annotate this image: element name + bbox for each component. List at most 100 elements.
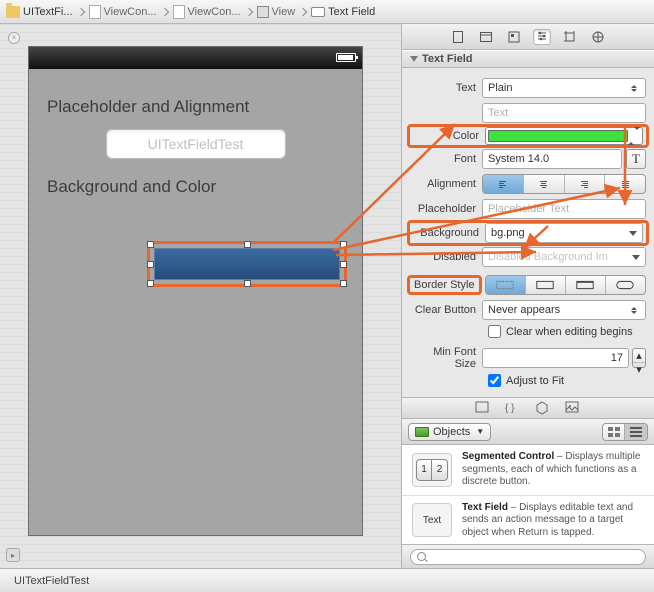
border-none-button[interactable]	[486, 276, 526, 294]
document-outline-toggle[interactable]: ▸	[6, 548, 20, 562]
chevron-right-icon	[244, 7, 252, 15]
border-line-button[interactable]	[526, 276, 566, 294]
library-item-textfield[interactable]: Text Text Field – Displays editable text…	[402, 496, 654, 545]
clear-button-popup[interactable]: Never appears	[482, 300, 646, 320]
breadcrumb-folder[interactable]: UITextFi...	[6, 6, 73, 18]
breadcrumb-bar: UITextFi... ViewCon... ViewCon... View T…	[0, 0, 654, 24]
battery-icon	[336, 53, 356, 62]
resize-handle[interactable]	[340, 261, 347, 268]
background-label: Background	[413, 227, 485, 239]
library-search-bar	[402, 544, 654, 568]
resize-handle[interactable]	[340, 280, 347, 287]
align-center-button[interactable]	[524, 175, 565, 193]
label-background-color[interactable]: Background and Color	[47, 177, 344, 197]
chevron-right-icon	[160, 7, 168, 15]
resize-handle[interactable]	[147, 280, 154, 287]
quick-help-tab[interactable]	[477, 29, 495, 45]
font-field[interactable]: System 14.0	[482, 149, 622, 169]
placeholder-field[interactable]: Placeholder Text	[482, 199, 646, 219]
file-template-tab[interactable]	[475, 401, 491, 415]
library-item-segmented[interactable]: 12 Segmented Control – Displays multiple…	[402, 445, 654, 496]
segmented-thumb-icon: 12	[412, 453, 452, 487]
clear-editing-label: Clear when editing begins	[506, 326, 633, 338]
label-placeholder-alignment[interactable]: Placeholder and Alignment	[47, 97, 344, 117]
disabled-bg-combo[interactable]: Disabled Background Im	[482, 247, 646, 267]
folder-icon	[6, 6, 20, 18]
align-right-button[interactable]	[565, 175, 606, 193]
selected-textfield[interactable]	[147, 241, 347, 287]
disabled-label: Disabled	[410, 251, 482, 263]
library-filter-bar: Objects ▼	[402, 419, 654, 445]
code-snippets-tab[interactable]: { }	[505, 401, 521, 415]
background-row-highlight: Background bg.png	[407, 220, 649, 246]
objects-icon	[415, 427, 429, 437]
min-font-field[interactable]: 17	[482, 348, 629, 368]
device-view[interactable]: Placeholder and Alignment UITextFieldTes…	[28, 46, 363, 536]
xib-file-icon	[89, 5, 101, 19]
text-label: Text	[410, 82, 482, 94]
min-font-label: Min Font Size	[410, 346, 482, 370]
list-view-button[interactable]	[625, 424, 647, 440]
clear-button-label: Clear Button	[410, 304, 482, 316]
text-value-field[interactable]: Text	[482, 103, 646, 123]
background-image-combo[interactable]: bg.png	[485, 223, 643, 243]
resize-handle[interactable]	[147, 241, 154, 248]
text-color-well[interactable]	[485, 127, 643, 145]
font-picker-button[interactable]: T	[626, 149, 646, 169]
resize-handle[interactable]	[147, 261, 154, 268]
border-rounded-button[interactable]	[606, 276, 645, 294]
library-scope-popup[interactable]: Objects ▼	[408, 423, 491, 441]
align-left-button[interactable]	[483, 175, 524, 193]
close-document-button[interactable]: ×	[8, 32, 20, 44]
canvas-area[interactable]: × ▸ Placeholder and Alignment UITextFiel…	[0, 24, 402, 568]
border-style-label: Border Style	[407, 275, 482, 295]
align-justify-button[interactable]	[605, 175, 645, 193]
adjust-fit-label: Adjust to Fit	[506, 375, 564, 387]
breadcrumb-file-2[interactable]: ViewCon...	[173, 5, 241, 19]
search-icon	[417, 552, 426, 561]
text-type-popup[interactable]: Plain	[482, 78, 646, 98]
media-tab[interactable]	[565, 401, 581, 415]
color-swatch	[488, 130, 628, 142]
grid-view-button[interactable]	[603, 424, 625, 440]
adjust-fit-checkbox[interactable]	[488, 374, 501, 387]
section-header-textfield[interactable]: Text Field	[402, 50, 654, 68]
resize-handle[interactable]	[244, 280, 251, 287]
breadcrumb-file-1[interactable]: ViewCon...	[89, 5, 157, 19]
min-font-stepper[interactable]: ▴▾	[632, 348, 646, 368]
breadcrumb-textfield[interactable]: Text Field	[311, 6, 375, 18]
resize-handle[interactable]	[340, 241, 347, 248]
inspector-tab-strip	[402, 24, 654, 50]
textfield-icon	[311, 7, 325, 17]
status-text: UITextFieldTest	[14, 575, 89, 587]
font-label: Font	[410, 153, 482, 165]
breadcrumb-view[interactable]: View	[257, 6, 296, 18]
border-bezel-button[interactable]	[566, 276, 606, 294]
sample-textfield-bgimage[interactable]	[154, 248, 340, 280]
resize-handle[interactable]	[244, 241, 251, 248]
size-inspector-tab[interactable]	[561, 29, 579, 45]
status-bar-preview	[29, 47, 362, 69]
library-tabs: { }	[402, 397, 654, 419]
file-inspector-tab[interactable]	[449, 29, 467, 45]
xib-file-icon	[173, 5, 185, 19]
disclosure-triangle-icon	[410, 56, 418, 62]
objects-tab[interactable]	[535, 401, 551, 415]
chevron-right-icon	[76, 7, 84, 15]
svg-text:{ }: { }	[505, 403, 515, 413]
view-icon	[257, 6, 269, 18]
library-search-field[interactable]	[410, 549, 646, 565]
alignment-segmented	[482, 174, 646, 194]
color-label: Color	[413, 130, 485, 142]
textfield-thumb-icon: Text	[412, 503, 452, 537]
attributes-inspector-tab[interactable]	[533, 29, 551, 45]
library-list[interactable]: 12 Segmented Control – Displays multiple…	[402, 445, 654, 544]
placeholder-label: Placeholder	[410, 203, 482, 215]
clear-editing-checkbox[interactable]	[488, 325, 501, 338]
alignment-label: Alignment	[410, 178, 482, 190]
sample-textfield-rounded[interactable]: UITextFieldTest	[106, 129, 286, 159]
identity-inspector-tab[interactable]	[505, 29, 523, 45]
library-view-toggle	[602, 423, 648, 441]
connections-inspector-tab[interactable]	[589, 29, 607, 45]
border-style-segmented	[485, 275, 646, 295]
